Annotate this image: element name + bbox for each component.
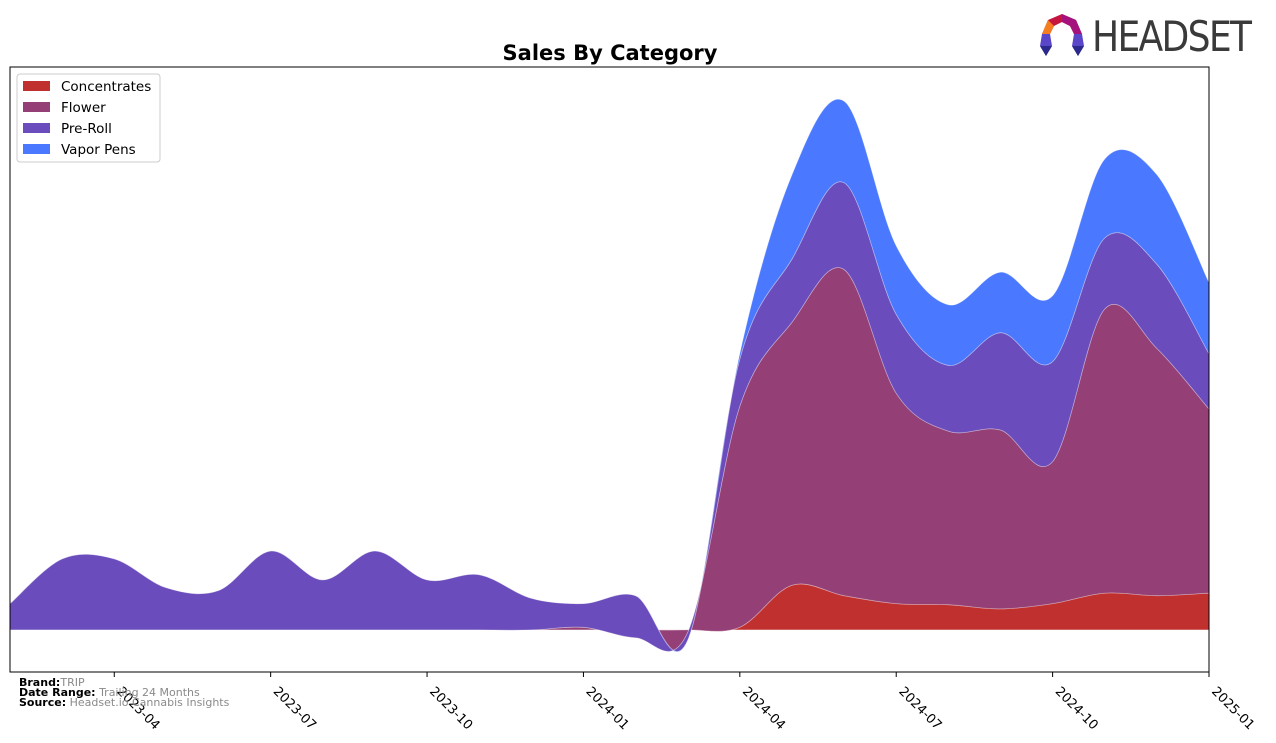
legend: Concentrates Flower Pre-Roll Vapor Pens: [16, 73, 161, 163]
legend-swatch-flower: [23, 102, 50, 112]
x-tick-label: 2024-04: [739, 684, 788, 733]
legend-label: Pre-Roll: [61, 121, 112, 137]
x-tick-label: 2023-10: [426, 684, 475, 733]
headset-logo: HEADSET: [1036, 12, 1266, 62]
legend-label: Concentrates: [61, 79, 151, 95]
chart-footer: Brand:TRIP Date Range: Trailing 24 Month…: [19, 677, 230, 709]
legend-swatch-concentrates: [23, 81, 50, 91]
x-tick-label: 2024-07: [895, 684, 944, 733]
sales-by-category-chart: Sales By Category 2023-04 2023-07 2023-10 2…: [9, 41, 1257, 733]
legend-swatch-pre-roll: [23, 123, 50, 133]
x-tick-label: 2025-01: [1208, 684, 1257, 733]
headset-logo-icon: [1040, 14, 1084, 56]
legend-label: Vapor Pens: [61, 142, 136, 158]
x-tick-label: 2024-10: [1052, 684, 1101, 733]
source-value: Headset.io Cannabis Insights: [69, 696, 230, 709]
legend-swatch-vapor-pens: [23, 144, 50, 154]
x-axis: 2023-04 2023-07 2023-10 2024-01 2024-04 2024-…: [113, 672, 1257, 733]
source-label: Source:: [19, 696, 67, 709]
chart-title: Sales By Category: [503, 41, 718, 65]
legend-label: Flower: [61, 100, 106, 116]
headset-logo-text: HEADSET: [1092, 12, 1252, 61]
x-tick-label: 2024-01: [583, 684, 632, 733]
x-tick-label: 2023-07: [270, 684, 319, 733]
area-series-group: [9, 98, 1210, 652]
